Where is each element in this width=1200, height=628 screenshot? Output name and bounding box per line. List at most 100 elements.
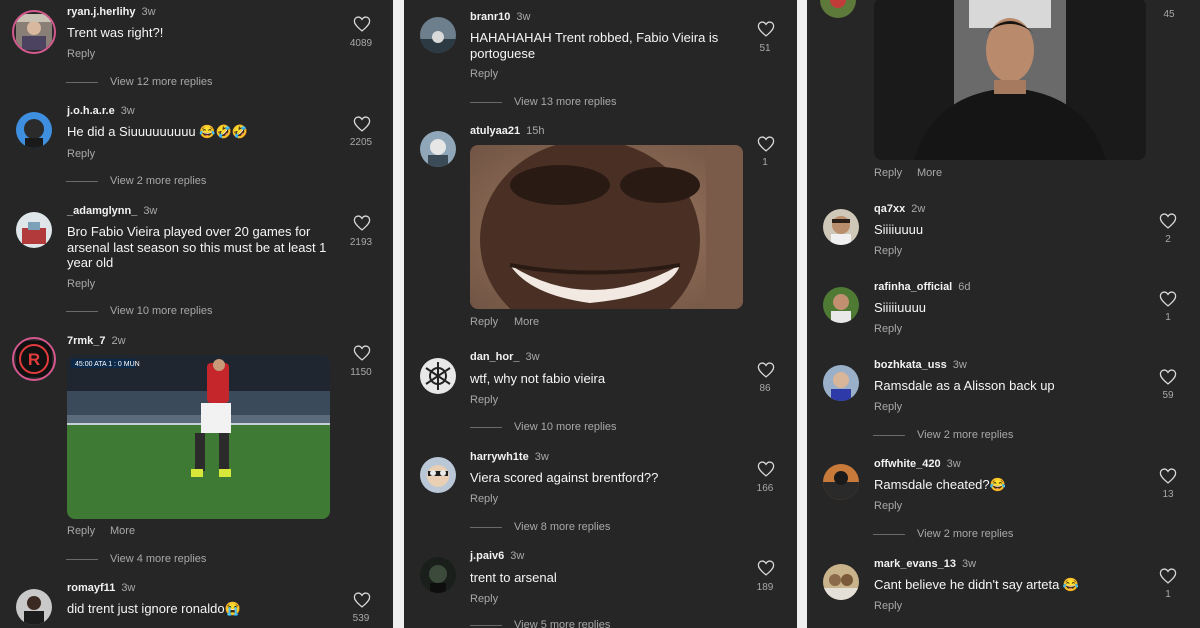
reply-button[interactable]: Reply <box>470 316 498 328</box>
username: offwhite_420 <box>874 458 941 470</box>
reply-button[interactable]: Reply <box>874 323 902 335</box>
username: dan_hor_ <box>470 351 520 363</box>
avatar[interactable]: R <box>12 337 56 381</box>
comment-text: Ramsdale cheated?😂 <box>874 477 1006 492</box>
view-replies-link[interactable]: View 2 more replies <box>917 528 1013 540</box>
reply-button[interactable]: Reply <box>67 525 95 537</box>
comment-time: 3w <box>121 582 136 594</box>
comment-time: 3w <box>952 359 967 371</box>
more-button[interactable]: More <box>514 316 539 328</box>
reply-button[interactable]: Reply <box>470 493 498 505</box>
comment-text: did trent just ignore ronaldo😭 <box>67 601 241 616</box>
view-replies-link[interactable]: View 2 more replies <box>110 175 206 187</box>
comment-media-image[interactable] <box>874 0 1146 160</box>
reply-button[interactable]: Reply <box>874 245 902 257</box>
like-count: 86 <box>759 383 771 394</box>
view-replies-link[interactable]: View 4 more replies <box>110 553 206 565</box>
heart-outline-icon[interactable] <box>757 136 775 152</box>
view-replies-link[interactable]: View 8 more replies <box>514 521 610 533</box>
heart-outline-icon[interactable] <box>757 560 775 576</box>
reply-button[interactable]: Reply <box>470 593 498 605</box>
comment-text: Bro Fabio Vieira played over 20 games fo… <box>67 224 327 270</box>
avatar[interactable] <box>823 287 859 323</box>
avatar[interactable] <box>823 209 859 245</box>
comment-time: 3w <box>143 205 158 217</box>
like-count: 1 <box>1165 589 1171 600</box>
avatar[interactable] <box>16 589 52 625</box>
avatar[interactable] <box>420 557 456 593</box>
comment-time: 3w <box>516 11 531 23</box>
like-count: 1150 <box>350 367 372 378</box>
reply-button[interactable]: Reply <box>874 401 902 413</box>
heart-outline-icon[interactable] <box>353 16 371 32</box>
view-replies-link[interactable]: View 12 more replies <box>110 76 213 88</box>
comment-text: HAHAHAHAH Trent robbed, Fabio Vieira is … <box>470 30 719 61</box>
like-count: 166 <box>756 483 774 494</box>
avatar[interactable] <box>823 365 859 401</box>
avatar[interactable] <box>16 212 52 248</box>
like-count: 1 <box>1165 312 1171 323</box>
like-count: 4089 <box>349 38 373 49</box>
view-replies-link[interactable]: View 13 more replies <box>514 96 617 108</box>
comment-time: 3w <box>946 458 961 470</box>
comment-time: 3w <box>525 351 540 363</box>
like-count: 2 <box>1165 234 1171 245</box>
avatar[interactable] <box>420 131 456 167</box>
reply-button[interactable]: Reply <box>67 148 95 160</box>
more-button[interactable]: More <box>110 525 135 537</box>
reply-button[interactable]: Reply <box>874 600 902 612</box>
username: branr10 <box>470 11 511 23</box>
comment-time: 3w <box>120 105 135 117</box>
reply-button[interactable]: Reply <box>470 394 498 406</box>
heart-outline-icon[interactable] <box>1159 568 1177 584</box>
avatar[interactable] <box>12 10 56 54</box>
comment-media-image[interactable]: 45:00 ATA 1 : 0 MUN <box>67 355 330 519</box>
view-replies-link[interactable]: View 5 more replies <box>514 619 610 628</box>
comment-text: Cant believe he didn't say arteta 😂 <box>874 577 1080 592</box>
comment-time: 3w <box>141 6 156 18</box>
heart-outline-icon[interactable] <box>1159 468 1177 484</box>
avatar[interactable] <box>420 358 456 394</box>
like-count: 2205 <box>349 137 373 148</box>
view-replies-link[interactable]: View 10 more replies <box>110 305 213 317</box>
avatar[interactable] <box>16 112 52 148</box>
avatar[interactable] <box>820 0 856 18</box>
like-count: 189 <box>756 582 774 593</box>
heart-outline-icon[interactable] <box>1159 369 1177 385</box>
comment-media-image[interactable] <box>470 145 743 309</box>
like-count: 45 <box>1163 9 1175 20</box>
reply-button[interactable]: Reply <box>470 68 498 80</box>
heart-outline-icon[interactable] <box>757 362 775 378</box>
heart-outline-icon[interactable] <box>353 116 371 132</box>
reply-button[interactable]: Reply <box>67 48 95 60</box>
avatar[interactable] <box>420 17 456 53</box>
heart-outline-icon[interactable] <box>757 461 775 477</box>
heart-outline-icon[interactable] <box>1159 291 1177 307</box>
view-replies-link[interactable]: View 10 more replies <box>514 421 617 433</box>
heart-outline-icon[interactable] <box>757 21 775 37</box>
username: romayf11 <box>67 582 116 594</box>
reply-button[interactable]: Reply <box>874 500 902 512</box>
username: _adamglynn_ <box>67 205 138 217</box>
reply-button[interactable]: Reply <box>67 278 95 290</box>
more-button[interactable]: More <box>917 167 942 179</box>
avatar[interactable] <box>823 564 859 600</box>
avatar[interactable] <box>823 464 859 500</box>
like-count: 2193 <box>349 237 373 248</box>
comment-time: 3w <box>510 550 525 562</box>
comment-text: trent to arsenal <box>470 570 557 585</box>
heart-outline-icon[interactable] <box>353 592 371 608</box>
like-count: 13 <box>1162 489 1174 500</box>
view-replies-link[interactable]: View 2 more replies <box>917 429 1013 441</box>
comments-panel-left: ryan.j.herlihy 3w Trent was right?! Reply… <box>0 0 393 628</box>
heart-outline-icon[interactable] <box>1159 213 1177 229</box>
heart-outline-icon[interactable] <box>353 215 371 231</box>
comment-text: Trent was right?! <box>67 25 164 40</box>
username: rafinha_official <box>874 281 953 293</box>
heart-outline-icon[interactable] <box>353 345 371 361</box>
username: j.paiv6 <box>470 550 505 562</box>
comment-time: 6d <box>958 281 971 293</box>
avatar[interactable] <box>420 457 456 493</box>
username: harrywh1te <box>470 451 529 463</box>
reply-button[interactable]: Reply <box>874 167 902 179</box>
